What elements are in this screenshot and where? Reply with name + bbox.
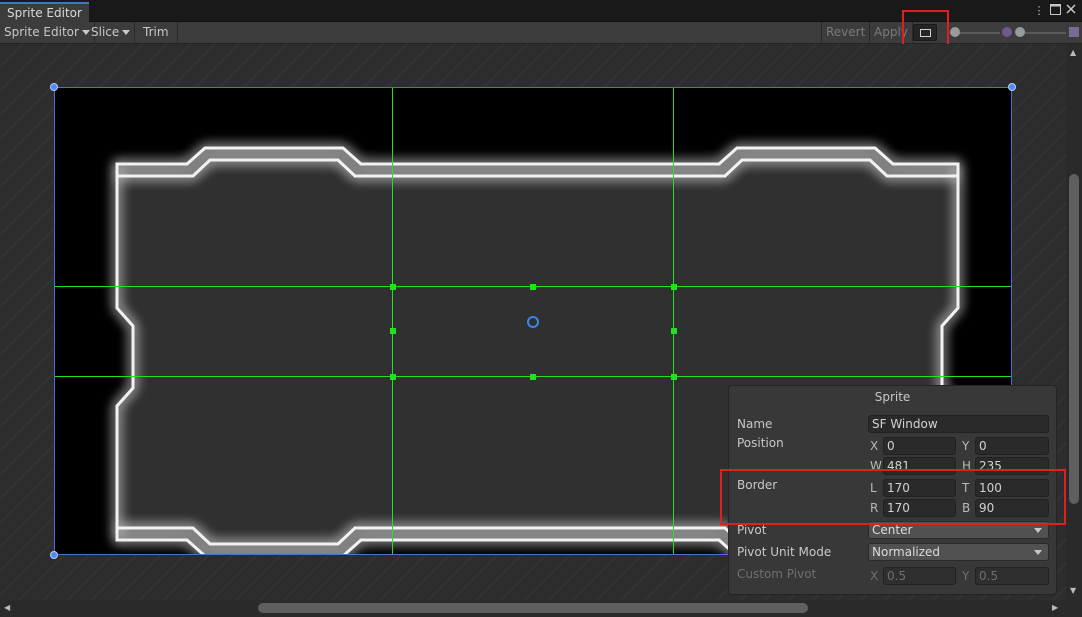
border-handle[interactable]	[530, 374, 536, 380]
zoom-slider-knob[interactable]	[950, 27, 960, 37]
pivot-unit-mode-label: Pivot Unit Mode	[737, 545, 832, 559]
border-handle[interactable]	[530, 284, 536, 290]
vertical-scroll-thumb[interactable]	[1069, 174, 1079, 504]
revert-label: Revert	[826, 25, 866, 39]
highlight-border-section	[720, 469, 1066, 525]
custom-x-label: X	[870, 569, 879, 583]
mipmap-large-icon	[1069, 27, 1079, 37]
scroll-right-icon[interactable]: ▶	[1052, 603, 1058, 613]
horizontal-scrollbar[interactable]: ◀ ▶	[0, 600, 1066, 617]
chevron-down-icon	[122, 30, 131, 35]
chevron-down-icon	[1034, 528, 1042, 533]
custom-y-label: Y	[962, 569, 970, 583]
border-handle[interactable]	[671, 284, 677, 290]
name-label: Name	[737, 417, 773, 431]
border-handle[interactable]	[390, 328, 396, 334]
mipmap-icon	[1002, 27, 1012, 37]
sprite-editor-mode-label: Sprite Editor	[4, 25, 79, 39]
scroll-corner	[1066, 600, 1082, 617]
position-x-field[interactable]: 0	[883, 437, 956, 455]
horizontal-scroll-thumb[interactable]	[258, 603, 808, 613]
custom-pivot-label: Custom Pivot	[737, 567, 817, 581]
kebab-menu-icon[interactable]: ⋮	[1032, 4, 1046, 18]
panel-title: Sprite	[874, 390, 911, 404]
close-icon[interactable]	[1064, 4, 1078, 18]
zoom-slider[interactable]	[954, 32, 1000, 34]
scroll-down-icon[interactable]: ▼	[1070, 586, 1076, 596]
border-handle[interactable]	[671, 374, 677, 380]
border-handle[interactable]	[390, 284, 396, 290]
slice-label: Slice	[91, 25, 120, 39]
border-guide-right[interactable]	[673, 88, 674, 554]
sprite-editor-mode-dropdown[interactable]: Sprite Editor	[0, 22, 95, 43]
vertical-scrollbar[interactable]: ▲ ▼	[1066, 44, 1082, 600]
border-handle[interactable]	[390, 374, 396, 380]
pivot-label: Pivot	[737, 523, 767, 537]
trim-button[interactable]: Trim	[136, 22, 178, 43]
pivot-value: Center	[872, 523, 913, 537]
border-guide-left[interactable]	[392, 88, 393, 554]
y-axis-label: Y	[962, 439, 970, 453]
sprite-corner-handle[interactable]	[1008, 83, 1016, 91]
maximize-icon[interactable]	[1048, 4, 1062, 18]
position-label: Position	[737, 436, 784, 450]
pivot-unit-mode-dropdown[interactable]: Normalized	[868, 543, 1049, 561]
scroll-left-icon[interactable]: ◀	[4, 603, 10, 613]
pivot-handle[interactable]	[527, 316, 539, 328]
mip-level-slider-knob[interactable]	[1015, 27, 1025, 37]
border-handle[interactable]	[671, 328, 677, 334]
x-axis-label: X	[870, 439, 879, 453]
pivot-unit-mode-value: Normalized	[872, 545, 941, 559]
tab-title: Sprite Editor	[7, 6, 82, 20]
position-y-field[interactable]: 0	[975, 437, 1049, 455]
slice-dropdown[interactable]: Slice	[87, 22, 136, 43]
sprite-corner-handle[interactable]	[50, 551, 58, 559]
sprite-editor-toolbar: Sprite Editor Slice Trim Revert Apply	[0, 10, 1082, 52]
sprite-corner-handle[interactable]	[50, 83, 58, 91]
scroll-up-icon[interactable]: ▲	[1070, 48, 1076, 58]
trim-label: Trim	[143, 25, 169, 39]
tab-sprite-editor[interactable]: Sprite Editor	[0, 2, 89, 22]
chevron-down-icon	[1034, 550, 1042, 555]
custom-pivot-y-field[interactable]: 0.5	[975, 567, 1049, 585]
name-field[interactable]: SF Window	[868, 415, 1049, 433]
mip-level-slider[interactable]	[1018, 32, 1066, 34]
custom-pivot-x-field[interactable]: 0.5	[883, 567, 956, 585]
revert-button[interactable]: Revert	[821, 22, 871, 43]
